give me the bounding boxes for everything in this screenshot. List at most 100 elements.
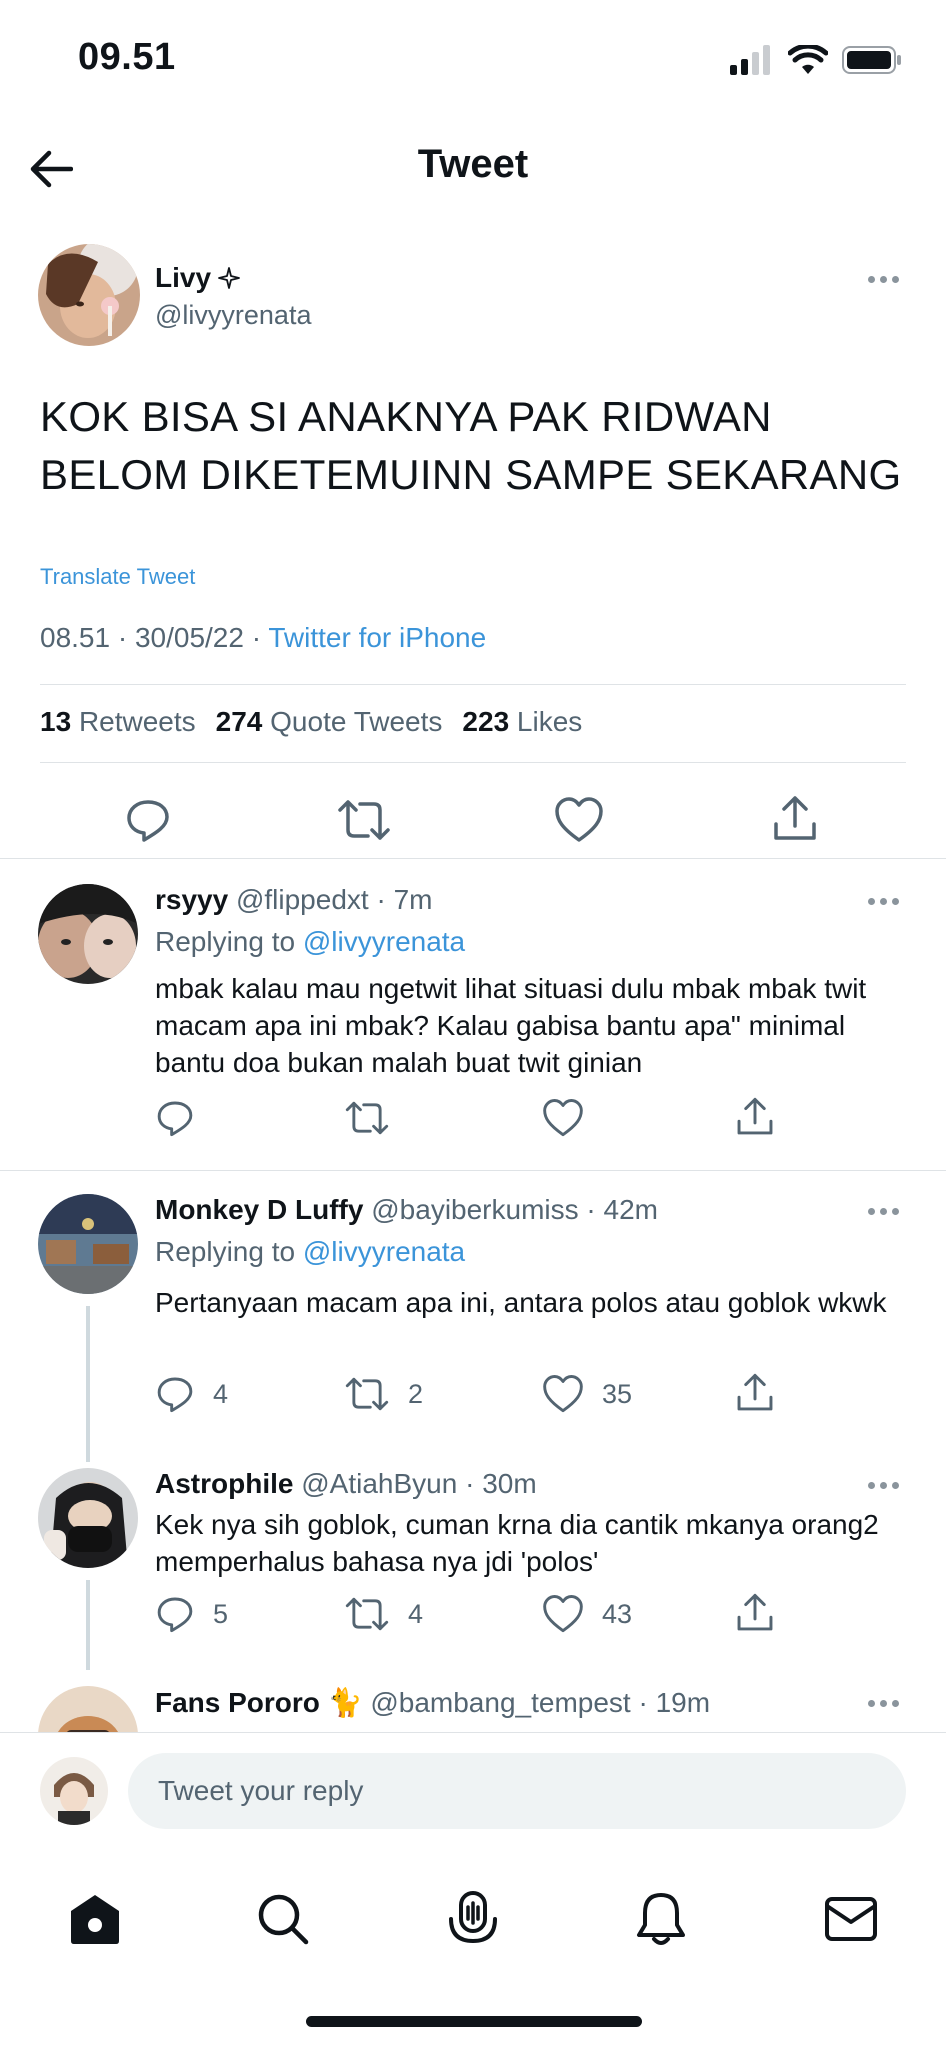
more-options-icon[interactable] [868,1700,899,1707]
reply-text: Pertanyaan macam apa ini, antara polos a… [155,1287,887,1318]
tweet-source-link[interactable]: Twitter for iPhone [268,622,486,653]
thread-line [86,1580,90,1670]
tweet-stats: 13 Retweets 274 Quote Tweets 223 Likes [40,706,582,738]
author-handle[interactable]: @livyyrenata [155,300,311,331]
retweet-icon [338,800,390,840]
bottom-tab-bar [0,1850,946,2048]
likes-stat[interactable]: 223 Likes [462,706,582,738]
tab-spaces[interactable] [438,1884,508,1954]
reply-button[interactable] [124,796,172,844]
retweet-button[interactable] [344,1098,408,1138]
status-bar: 09.51 [0,0,946,120]
mail-icon [825,1897,877,1941]
reply-count: 5 [213,1598,229,1629]
reply-icon [127,800,169,842]
author-name[interactable]: Livy [155,262,241,294]
more-options-icon[interactable] [868,1208,899,1215]
wifi-icon [788,45,828,74]
like-button[interactable] [542,1098,602,1138]
like-count: 35 [602,1378,633,1409]
tab-search[interactable] [248,1884,318,1954]
reply-handle-time: @flippedxt · 7m [235,884,433,915]
more-options-icon[interactable] [868,1482,899,1489]
reply-avatar[interactable] [38,1194,138,1294]
like-button[interactable]: 43 [542,1594,632,1634]
replying-to-handle[interactable]: @livyyrenata [303,1236,465,1267]
replying-to: Replying to @livyyrenata [155,1236,466,1267]
reply-header: Monkey D Luffy @bayiberkumiss · 42m [155,1194,658,1226]
heart-icon [543,1099,583,1137]
retweet-icon [345,1377,389,1411]
translate-tweet-link[interactable]: Translate Tweet [40,564,195,590]
divider [0,858,946,859]
reply-header: Fans Pororo 🐈 @bambang_tempest · 19m [155,1686,710,1719]
bell-icon [637,1893,685,1945]
reply-header: Astrophile @AtiahByun · 30m [155,1468,537,1500]
tweet-text-line-2: BELOM DIKETEMUINN SAMPE SEKARANG [40,451,902,498]
reply-count: 4 [213,1378,229,1409]
tweet-text-line-1: KOK BISA SI ANAKNYA PAK RIDWAN [40,393,772,440]
author-avatar[interactable] [38,244,140,346]
my-avatar[interactable] [40,1757,108,1825]
share-button[interactable] [734,1096,776,1138]
retweets-stat[interactable]: 13 Retweets [40,706,196,738]
share-button[interactable] [770,794,820,844]
reply-author-name[interactable]: Astrophile [155,1468,293,1499]
tab-notifications[interactable] [626,1884,696,1954]
nav-header: Tweet [0,120,946,220]
reply-button[interactable]: 5 [155,1594,228,1634]
reply-icon [157,1377,193,1413]
divider [40,684,906,685]
replying-to-handle[interactable]: @livyyrenata [303,926,465,957]
reply-author-name[interactable]: Fans Pororo 🐈 [155,1687,363,1718]
tab-home[interactable] [60,1884,130,1954]
retweet-button[interactable]: 2 [344,1374,423,1414]
quote-tweets-stat[interactable]: 274 Quote Tweets [216,706,443,738]
reply-avatar[interactable] [38,1468,138,1568]
spaces-icon [449,1891,497,1944]
like-button[interactable]: 35 [542,1374,632,1414]
share-button[interactable] [734,1592,776,1634]
reply-tweet[interactable]: Monkey D Luffy @bayiberkumiss · 42m Repl… [0,1180,946,1462]
page-title: Tweet [417,142,529,186]
reply-button[interactable]: 4 [155,1374,228,1414]
reply-input[interactable]: Tweet your reply [128,1753,906,1829]
search-icon [258,1894,309,1945]
sparkle-icon [218,267,240,289]
reply-button[interactable] [155,1098,213,1138]
more-options-icon[interactable] [868,898,899,905]
heart-icon [543,1375,583,1413]
status-time: 09.51 [78,36,176,78]
reply-tweet[interactable]: rsyyy @flippedxt · 7m Replying to @livyy… [0,870,946,1170]
retweet-count: 2 [408,1378,424,1409]
like-button[interactable] [554,796,604,844]
tab-messages[interactable] [816,1884,886,1954]
reply-author-name[interactable]: Monkey D Luffy [155,1194,363,1225]
reply-text: Kek nya sih goblok, cuman krna dia canti… [155,1509,879,1577]
share-icon [774,796,816,840]
like-count: 43 [602,1598,633,1629]
reply-handle-time: @bayiberkumiss · 42m [371,1194,658,1225]
reply-avatar[interactable] [38,884,138,984]
thread-line [86,1306,90,1462]
retweet-icon [345,1101,389,1135]
reply-author-name[interactable]: rsyyy [155,884,228,915]
reply-composer-bar: Tweet your reply [0,1732,946,1850]
reply-tweet[interactable]: Fans Pororo 🐈 @bambang_tempest · 19m [0,1672,946,1732]
share-icon [737,1097,773,1135]
reply-handle-time: @bambang_tempest · 19m [370,1687,711,1718]
reply-text: mbak kalau mau ngetwit lihat situasi dul… [155,973,867,1078]
replying-to: Replying to @livyyrenata [155,926,466,957]
reply-avatar[interactable] [38,1686,138,1732]
retweet-button[interactable]: 4 [344,1594,423,1634]
author-name-text: Livy [155,262,212,293]
retweet-button[interactable] [336,796,392,844]
tweet-meta: 08.51 · 30/05/22 · Twitter for iPhone [40,622,486,654]
reply-tweet[interactable]: Astrophile @AtiahByun · 30m Kek nya sih … [0,1454,946,1670]
reply-icon [157,1101,193,1137]
share-button[interactable] [734,1372,776,1414]
more-options-icon[interactable] [868,276,899,283]
heart-icon [555,797,603,842]
home-indicator[interactable] [306,2016,642,2027]
battery-icon [842,46,901,74]
